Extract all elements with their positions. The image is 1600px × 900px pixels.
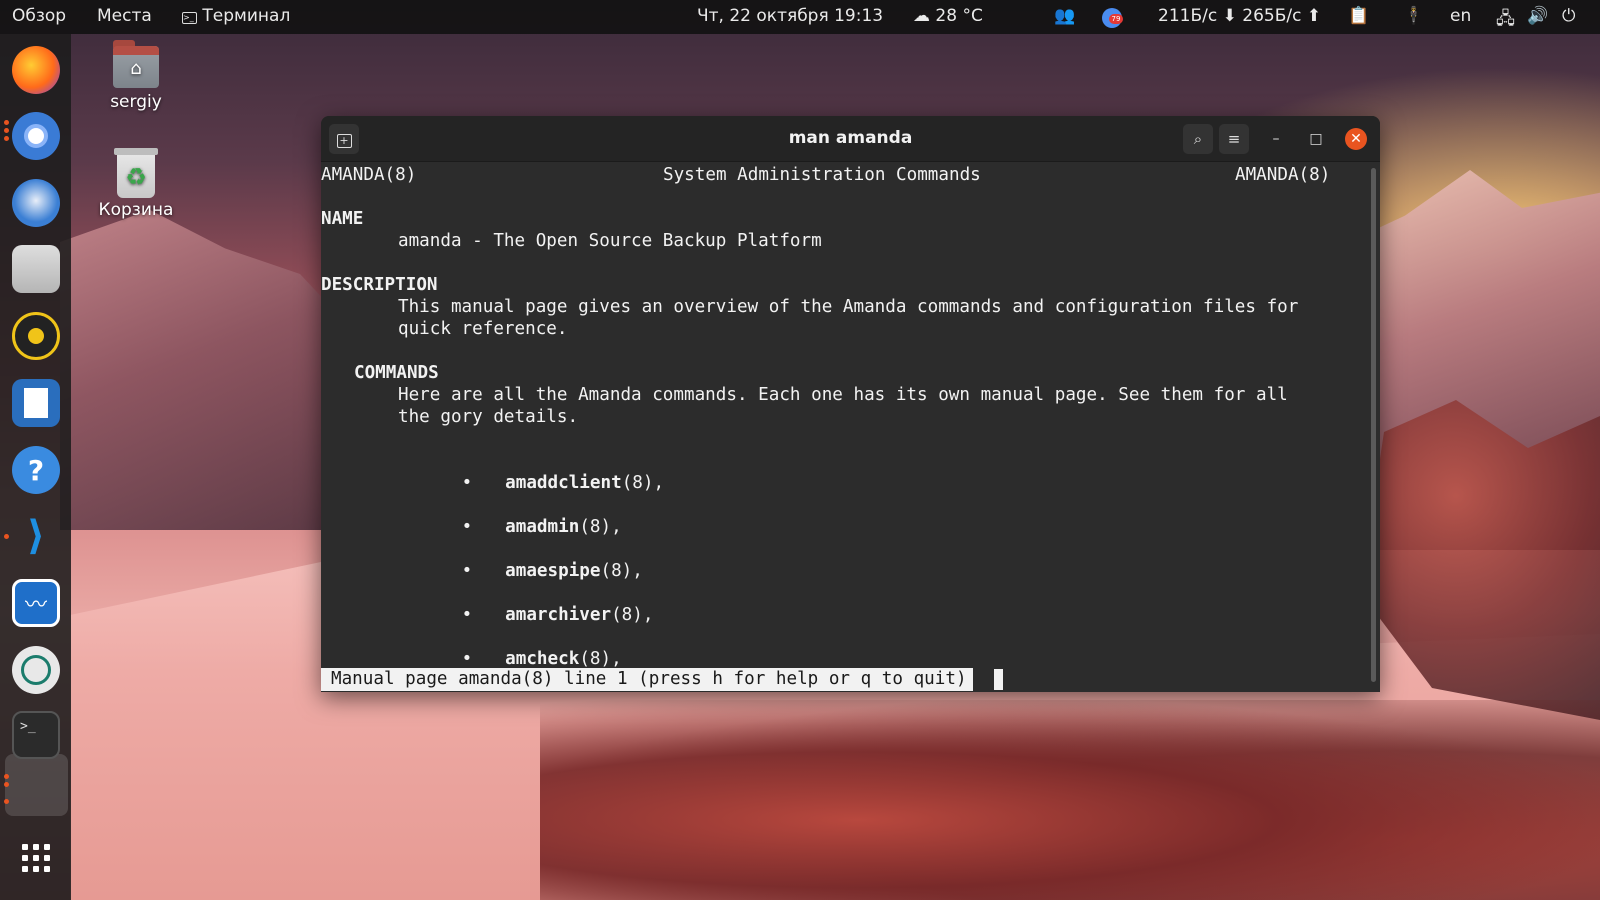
- scrollbar[interactable]: [1371, 168, 1376, 682]
- command-name: amadmin: [505, 517, 580, 537]
- terminal-icon[interactable]: >_: [12, 711, 60, 759]
- running-indicator: [4, 534, 9, 539]
- net-down-value: 211Б/с: [1158, 6, 1218, 26]
- commands-line: Here are all the Amanda commands. Each o…: [398, 385, 1288, 405]
- net-speed-indicator[interactable]: 211Б/с ⬇ 265Б/с ⬆: [1158, 6, 1321, 26]
- top-bar: Обзор Места >_ Терминал Чт, 22 октября 1…: [0, 0, 1600, 34]
- home-folder-label: sergiy: [110, 92, 162, 112]
- trash-icon: ♻: [114, 148, 158, 198]
- bullet: •: [461, 473, 473, 493]
- app-menu-label: Терминал: [202, 6, 291, 26]
- remote-desktop-icon[interactable]: [12, 646, 60, 694]
- name-text: amanda - The Open Source Backup Platform: [398, 231, 822, 251]
- command-section: (8),: [579, 649, 622, 669]
- net-up-value: 265Б/с: [1242, 6, 1302, 26]
- terminal-content[interactable]: AMANDA(8) System Administration Commands…: [321, 162, 1366, 692]
- arrow-down-icon: ⬇: [1222, 6, 1237, 26]
- terminal-window[interactable]: + man amanda ⌕ ≡ – □ ✕ AMANDA(8) System …: [321, 116, 1380, 692]
- hamburger-icon: ≡: [1227, 130, 1241, 148]
- man-header-left: AMANDA(8): [321, 165, 417, 185]
- network-icon[interactable]: 🖧: [1496, 6, 1515, 35]
- command-section: (8),: [579, 517, 622, 537]
- pager-status-line: Manual page amanda(8) line 1 (press h fo…: [321, 668, 973, 691]
- wallpaper-mountain-left: [60, 210, 360, 530]
- firefox-icon[interactable]: [12, 46, 60, 94]
- rhythmbox-icon[interactable]: [12, 312, 60, 360]
- maximize-button[interactable]: □: [1305, 128, 1327, 150]
- command-name: amarchiver: [505, 605, 612, 625]
- command-section: (8),: [621, 473, 665, 493]
- window-titlebar[interactable]: + man amanda ⌕ ≡ – □ ✕: [321, 116, 1380, 162]
- terminal-active-highlight: [5, 754, 68, 816]
- wallpaper-trees: [540, 700, 1600, 900]
- arrow-up-icon: ⬆: [1306, 6, 1322, 26]
- chromium-icon[interactable]: [12, 112, 60, 160]
- command-section: (8),: [611, 605, 654, 625]
- thunderbird-icon[interactable]: [12, 179, 60, 227]
- places-menu[interactable]: Места: [97, 6, 152, 26]
- notification-icon[interactable]: 79: [1102, 8, 1123, 28]
- commands-heading: COMMANDS: [354, 363, 439, 383]
- search-icon: ⌕: [1193, 130, 1203, 148]
- writer-icon[interactable]: [12, 379, 60, 427]
- name-heading: NAME: [321, 209, 364, 229]
- language-indicator[interactable]: en: [1450, 6, 1471, 26]
- text-cursor: [993, 668, 1004, 691]
- clock[interactable]: Чт, 22 октября 19:13: [697, 6, 883, 26]
- description-line: quick reference.: [398, 319, 568, 339]
- clipboard-icon[interactable]: 📋: [1348, 6, 1369, 26]
- man-header-center: System Administration Commands: [663, 165, 981, 185]
- close-button[interactable]: ✕: [1345, 128, 1367, 150]
- running-indicator: [4, 774, 9, 790]
- people-icon[interactable]: 👥: [1054, 6, 1075, 26]
- dock: ? ⟩ 〰 >_: [0, 34, 71, 900]
- description-line: This manual page gives an overview of th…: [398, 297, 1299, 317]
- minimize-button[interactable]: –: [1265, 128, 1287, 150]
- running-indicator: [4, 799, 9, 804]
- terminal-small-icon: >_: [182, 12, 197, 24]
- bullet: •: [461, 561, 473, 581]
- commands-line: the gory details.: [398, 407, 579, 427]
- volume-icon[interactable]: 🔊: [1527, 6, 1548, 26]
- description-heading: DESCRIPTION: [321, 275, 438, 295]
- man-header-right: AMANDA(8): [1235, 165, 1331, 185]
- bullet: •: [461, 649, 473, 669]
- command-section: (8),: [600, 561, 643, 581]
- accessibility-icon[interactable]: 🕴: [1403, 6, 1424, 26]
- command-name: amaespipe: [505, 561, 601, 581]
- activities-button[interactable]: Обзор: [12, 6, 66, 26]
- desktop-trash[interactable]: ♻ Корзина: [81, 148, 191, 220]
- search-button[interactable]: ⌕: [1183, 124, 1213, 154]
- weather-temp: 28 °C: [935, 6, 983, 26]
- command-name: amaddclient: [505, 473, 622, 493]
- home-folder-icon: ⌂: [113, 40, 159, 88]
- app-menu[interactable]: >_ Терминал: [182, 6, 290, 26]
- desktop-home-folder[interactable]: ⌂ sergiy: [81, 40, 191, 112]
- system-monitor-icon[interactable]: 〰: [12, 579, 60, 627]
- menu-button[interactable]: ≡: [1219, 124, 1249, 154]
- weather-indicator[interactable]: ☁ 28 °C: [913, 6, 983, 26]
- files-icon[interactable]: [12, 245, 60, 293]
- notification-badge: 79: [1109, 14, 1123, 24]
- bullet: •: [461, 517, 473, 537]
- vscode-icon[interactable]: ⟩: [12, 512, 60, 560]
- command-name: amcheck: [505, 649, 580, 669]
- running-indicator: [4, 120, 9, 141]
- power-icon[interactable]: ⏻: [1562, 6, 1575, 26]
- trash-label: Корзина: [98, 200, 174, 220]
- app-grid-icon[interactable]: [12, 834, 60, 882]
- cloud-sun-icon: ☁: [913, 6, 930, 26]
- help-icon[interactable]: ?: [12, 446, 60, 494]
- bullet: •: [461, 605, 473, 625]
